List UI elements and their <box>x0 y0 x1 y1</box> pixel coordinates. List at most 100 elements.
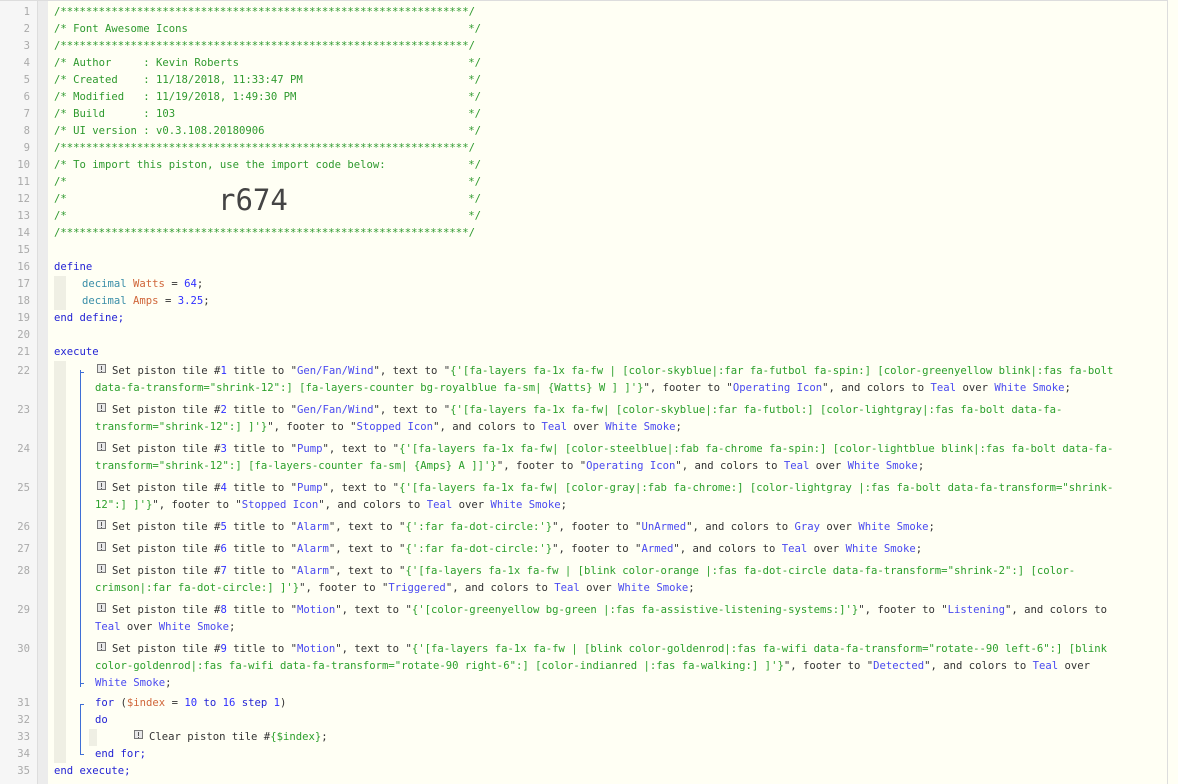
string-literal: Teal <box>930 382 957 394</box>
statement-info-icon[interactable] <box>97 564 106 573</box>
gutter-strip <box>38 72 48 89</box>
variable-name: Amps <box>133 295 159 307</box>
code-content: /* UI version : v0.3.108.20180906 */ <box>48 123 1167 140</box>
statement-info-icon[interactable] <box>97 642 106 651</box>
line-number: 12 <box>17 193 30 205</box>
code-text: ", and colors to <box>822 382 931 394</box>
line-number: 1 <box>23 6 30 18</box>
type-keyword: decimal <box>82 278 127 290</box>
code-text: over <box>567 421 606 433</box>
line-number: 30 <box>17 643 30 655</box>
string-literal: Motion <box>297 643 336 655</box>
type-keyword: decimal <box>82 295 127 307</box>
statement-info-icon[interactable] <box>97 442 106 451</box>
string-literal: Teal <box>783 460 810 472</box>
code-content: execute <box>48 344 1167 361</box>
code-text: ; <box>688 582 695 594</box>
string-literal: White Smoke <box>605 421 676 433</box>
statement-info-icon[interactable] <box>97 481 106 490</box>
comment-end: */ <box>468 159 481 171</box>
code-line: 31 for ($index = 10 to 16 step 1) <box>0 695 1167 712</box>
code-line: 10 /* To import this piston, use the impo… <box>0 157 1167 174</box>
gutter-strip <box>38 517 48 539</box>
code-content: /* */ <box>48 174 1167 191</box>
string-literal: Pump <box>297 482 323 494</box>
code-text: ", and colors to <box>318 499 427 511</box>
gutter-strip <box>38 4 48 21</box>
code-text: ", text to " <box>373 404 451 416</box>
code-line: 15 <box>0 242 1167 259</box>
code-text: ; <box>560 499 568 511</box>
statement-line[interactable]: 23 Set piston tile #2 title to "Gen/Fan/W… <box>0 400 1167 439</box>
line-number: 4 <box>23 57 30 69</box>
code-line: 18 decimal Amps = 3.25; <box>0 293 1167 310</box>
statement-line[interactable]: 25 Set piston tile #4 title to "Pump", te… <box>0 478 1167 517</box>
statement-line[interactable]: 22 Set piston tile #1 title to "Gen/Fan/W… <box>0 361 1167 400</box>
string-literal: White Smoke <box>858 521 929 533</box>
comment-end: */ <box>468 23 481 35</box>
code-content: Set piston tile #4 title to "Pump", text… <box>48 478 1167 517</box>
line-number: 7 <box>23 108 30 120</box>
string-literal: Gray <box>794 521 821 533</box>
statement-line[interactable]: 27 Set piston tile #6 title to "Alarm", t… <box>0 539 1167 561</box>
statement-info-icon[interactable] <box>97 403 106 412</box>
code-content: Set piston tile #5 title to "Alarm", tex… <box>48 517 1167 539</box>
gutter-strip <box>38 276 48 293</box>
code-text: title to " <box>226 521 297 533</box>
number-literal: 3.25 <box>177 295 204 307</box>
string-literal: Teal <box>554 582 580 594</box>
statement-info-icon[interactable] <box>97 520 106 529</box>
statement-info-icon[interactable] <box>134 730 143 739</box>
statement-line[interactable]: 24 Set piston tile #3 title to "Pump", te… <box>0 439 1167 478</box>
gutter-strip <box>38 242 48 259</box>
keyword: do <box>95 714 108 726</box>
code-line: 9 /**************************************… <box>0 140 1167 157</box>
statement-line[interactable]: 26 Set piston tile #5 title to "Alarm", t… <box>0 517 1167 539</box>
code-text: ", and colors to <box>924 660 1033 672</box>
code-content: decimal Amps = 3.25; <box>48 293 1167 310</box>
string-literal: White Smoke <box>994 382 1065 394</box>
comment-text: /* To import this piston, use the import… <box>54 159 386 171</box>
variable-name: $index <box>126 697 166 709</box>
code-content: end for; <box>48 746 1167 763</box>
comment-text: /* Font Awesome Icons <box>54 23 188 35</box>
line-number: 28 <box>17 565 30 577</box>
statement-info-icon[interactable] <box>97 542 106 551</box>
code-line: 21 execute <box>0 344 1167 361</box>
gutter-strip <box>38 191 48 208</box>
statement-line[interactable]: 30 Set piston tile #9 title to "Motion", … <box>0 639 1167 695</box>
comment-text: /***************************************… <box>54 6 475 18</box>
string-literal: Gen/Fan/Wind <box>297 404 374 416</box>
code-text: title to " <box>226 643 297 655</box>
variable-name: Watts <box>133 278 165 290</box>
string-literal: White Smoke <box>490 499 561 511</box>
statement-line[interactable]: 29 Set piston tile #8 title to "Motion", … <box>0 600 1167 639</box>
code-content: end define; <box>48 310 1167 327</box>
line-number: 13 <box>17 210 30 222</box>
code-line: 4 /* Author : Kevin Roberts */ <box>0 55 1167 72</box>
string-literal: Operating Icon <box>732 382 823 394</box>
code-content: /***************************************… <box>48 4 1167 21</box>
code-text: ", footer to " <box>783 660 874 672</box>
gutter-strip <box>38 763 48 780</box>
code-content: define <box>48 259 1167 276</box>
code-content: Set piston tile #1 title to "Gen/Fan/Win… <box>48 361 1167 400</box>
string-literal: Stopped Icon <box>241 499 319 511</box>
statement-line[interactable]: 28 Set piston tile #7 title to "Alarm", t… <box>0 561 1167 600</box>
code-text: Set piston tile # <box>112 365 221 377</box>
code-text: Set piston tile # <box>112 521 221 533</box>
code-line: 7 /* Build : 103 */ <box>0 106 1167 123</box>
expression-text: {$index} <box>270 731 322 743</box>
number-literal: 10 <box>184 697 198 709</box>
statement-info-icon[interactable] <box>97 364 106 373</box>
code-text: over <box>807 543 846 555</box>
code-line: 17 decimal Watts = 64; <box>0 276 1167 293</box>
comment-end: */ <box>468 176 481 188</box>
statement-info-icon[interactable] <box>97 603 106 612</box>
code-text: over <box>820 521 859 533</box>
code-text: ", and colors to <box>675 460 784 472</box>
comment-text: /* Created : 11/18/2018, 11:33:47 PM <box>54 74 303 86</box>
code-content: decimal Watts = 64; <box>48 276 1167 293</box>
string-literal: Listening <box>947 604 1005 616</box>
string-literal: Alarm <box>297 565 329 577</box>
